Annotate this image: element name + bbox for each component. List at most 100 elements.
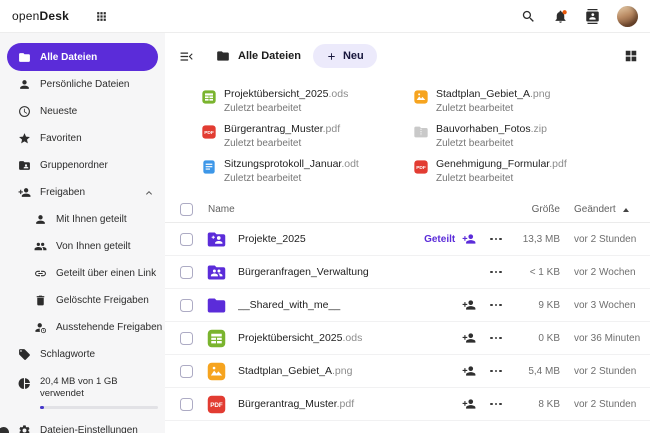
recent-file[interactable]: PDF Genehmigung_Formular.pdf Zuletzt bea…: [413, 158, 650, 186]
column-header-modified[interactable]: Geändert: [560, 204, 638, 215]
recent-file-status: Zuletzt bearbeitet: [224, 137, 302, 149]
logo-open: open: [12, 9, 40, 23]
share-icon[interactable]: [462, 397, 476, 411]
contacts-button[interactable]: [585, 8, 600, 24]
sidebar-item-label: Geteilt über einen Link: [56, 268, 157, 279]
file-row[interactable]: Stadtplan_Gebiet_A.png 5,4 MB vor 2 Stun…: [165, 355, 650, 388]
sidebar-item[interactable]: Mit Ihnen geteilt: [0, 206, 165, 233]
recent-file[interactable]: Bauvorhaben_Fotos.zip Zuletzt bearbeitet: [413, 123, 650, 151]
sidebar-item-icon: [18, 186, 31, 199]
plus-icon: [326, 51, 337, 62]
breadcrumb[interactable]: Alle Dateien: [238, 50, 301, 62]
recent-file-text: Stadtplan_Gebiet_A.png Zuletzt bearbeite…: [436, 88, 550, 115]
recent-file-name: Bürgerantrag_Muster: [224, 123, 323, 135]
file-type-icon: [206, 295, 227, 316]
recent-file[interactable]: PDF Bürgerantrag_Muster.pdf Zuletzt bear…: [201, 123, 413, 151]
quota-indicator[interactable]: 20,4 MB von 1 GB verwendet: [0, 368, 165, 409]
select-all-checkbox[interactable]: [180, 203, 193, 216]
file-type-icon: [201, 89, 217, 105]
row-checkbox[interactable]: [180, 364, 193, 378]
file-row[interactable]: PDF Bürgerantrag_Muster.pdf 8 KB vor 2 S…: [165, 388, 650, 421]
file-size: 13,3 MB: [522, 233, 560, 245]
more-options-icon[interactable]: [490, 402, 502, 406]
corner-button[interactable]: [0, 427, 9, 433]
sidebar-item[interactable]: Favoriten: [0, 125, 165, 152]
sidebar-item[interactable]: Persönliche Dateien: [0, 71, 165, 98]
chevron-up-icon[interactable]: [143, 187, 155, 199]
recent-file[interactable]: Sitzungsprotokoll_Januar.odt Zuletzt bea…: [201, 158, 413, 186]
file-row[interactable]: Bürgeranfragen_Verwaltung < 1 KB vor 2 W…: [165, 256, 650, 289]
sidebar-item-icon: [34, 267, 47, 280]
file-size: 9 KB: [538, 299, 560, 311]
recent-file-status: Zuletzt bearbeitet: [224, 172, 302, 184]
more-options-icon[interactable]: [490, 303, 502, 307]
more-options-icon[interactable]: [490, 336, 502, 340]
file-type-icon: [201, 159, 217, 175]
share-icon[interactable]: [462, 298, 476, 312]
recent-file-ext: .zip: [530, 123, 547, 135]
sidebar-item[interactable]: Neueste: [0, 98, 165, 125]
more-options-icon[interactable]: [490, 369, 502, 373]
recent-file[interactable]: Projektübersicht_2025.ods Zuletzt bearbe…: [201, 88, 413, 116]
recent-file-ext: .odt: [341, 158, 359, 170]
opendesk-logo[interactable]: openDesk: [12, 9, 69, 23]
recent-file[interactable]: Stadtplan_Gebiet_A.png Zuletzt bearbeite…: [413, 88, 650, 116]
logo-desk: Desk: [39, 9, 69, 23]
file-modified: vor 2 Stunden: [574, 398, 637, 410]
sidebar-item[interactable]: Geteilt über einen Link: [0, 260, 165, 287]
file-size: 8 KB: [538, 398, 560, 410]
row-checkbox[interactable]: [180, 232, 193, 246]
file-name-ext: .png: [332, 365, 353, 377]
more-options-icon[interactable]: [490, 270, 502, 274]
collapse-sidebar-button[interactable]: [179, 49, 194, 64]
new-button[interactable]: Neu: [312, 44, 377, 68]
sidebar-item[interactable]: Gelöschte Freigaben: [0, 287, 165, 314]
file-name-base: Projektübersicht_2025: [238, 332, 343, 344]
svg-text:PDF: PDF: [210, 401, 223, 408]
share-icon[interactable]: [462, 364, 476, 378]
sidebar-item-label: Alle Dateien: [40, 51, 98, 63]
column-header-size[interactable]: Größe: [502, 204, 560, 215]
sidebar-item[interactable]: Von Ihnen geteilt: [0, 233, 165, 260]
user-avatar[interactable]: [617, 5, 638, 27]
row-checkbox[interactable]: [180, 331, 193, 345]
opendesk-files-app: openDesk Alle Dateien Persönliche Dateie…: [0, 0, 650, 433]
notifications-button[interactable]: [553, 9, 568, 24]
share-icon[interactable]: [462, 232, 476, 246]
row-checkbox[interactable]: [180, 265, 193, 279]
file-row[interactable]: Projekte_2025 Geteilt 13,3 MB vor 2 Stun…: [165, 223, 650, 256]
shared-badge[interactable]: Geteilt: [424, 234, 455, 245]
recent-file-status: Zuletzt bearbeitet: [224, 102, 302, 114]
sidebar-item[interactable]: Ausstehende Freigaben: [0, 314, 165, 341]
sidebar-item-icon: [18, 132, 31, 145]
file-size: 0 KB: [538, 332, 560, 344]
row-checkbox[interactable]: [180, 298, 193, 312]
sidebar-item[interactable]: Alle Dateien: [7, 43, 158, 71]
recent-file-title: Projektübersicht_2025.ods: [224, 88, 348, 102]
file-name-base: __Shared_with_me__: [238, 299, 341, 311]
share-icon[interactable]: [462, 331, 476, 345]
table-header-row: Name Größe Geändert: [165, 197, 650, 223]
file-size: 5,4 MB: [528, 365, 560, 377]
sidebar-item-settings[interactable]: Dateien-Einstellungen: [0, 417, 165, 433]
pie-chart-icon: [18, 377, 31, 390]
sidebar-item[interactable]: Gruppenordner: [0, 152, 165, 179]
row-checkbox[interactable]: [180, 397, 193, 411]
more-options-icon[interactable]: [490, 237, 502, 241]
sidebar-item[interactable]: Schlagworte: [0, 341, 165, 368]
file-row[interactable]: Projektübersicht_2025.ods 0 KB vor 36 Mi…: [165, 322, 650, 355]
column-header-modified-label: Geändert: [574, 204, 616, 215]
app-launcher-button[interactable]: [95, 10, 108, 23]
column-header-name[interactable]: Name: [208, 204, 235, 215]
file-modified: vor 36 Minuten: [574, 332, 641, 344]
sidebar-item[interactable]: Freigaben: [0, 179, 165, 206]
settings-label: Dateien-Einstellungen: [40, 424, 138, 433]
sidebar-item-icon: [18, 159, 31, 172]
recent-file-text: Sitzungsprotokoll_Januar.odt Zuletzt bea…: [224, 158, 359, 185]
file-row[interactable]: __Shared_with_me__ 9 KB vor 3 Wochen: [165, 289, 650, 322]
recent-file-ext: .png: [530, 88, 551, 100]
search-button[interactable]: [521, 9, 536, 24]
recent-file-status: Zuletzt bearbeitet: [436, 137, 514, 149]
grid-view-button[interactable]: [624, 49, 638, 63]
file-name: Bürgerantrag_Muster.pdf: [238, 398, 462, 410]
